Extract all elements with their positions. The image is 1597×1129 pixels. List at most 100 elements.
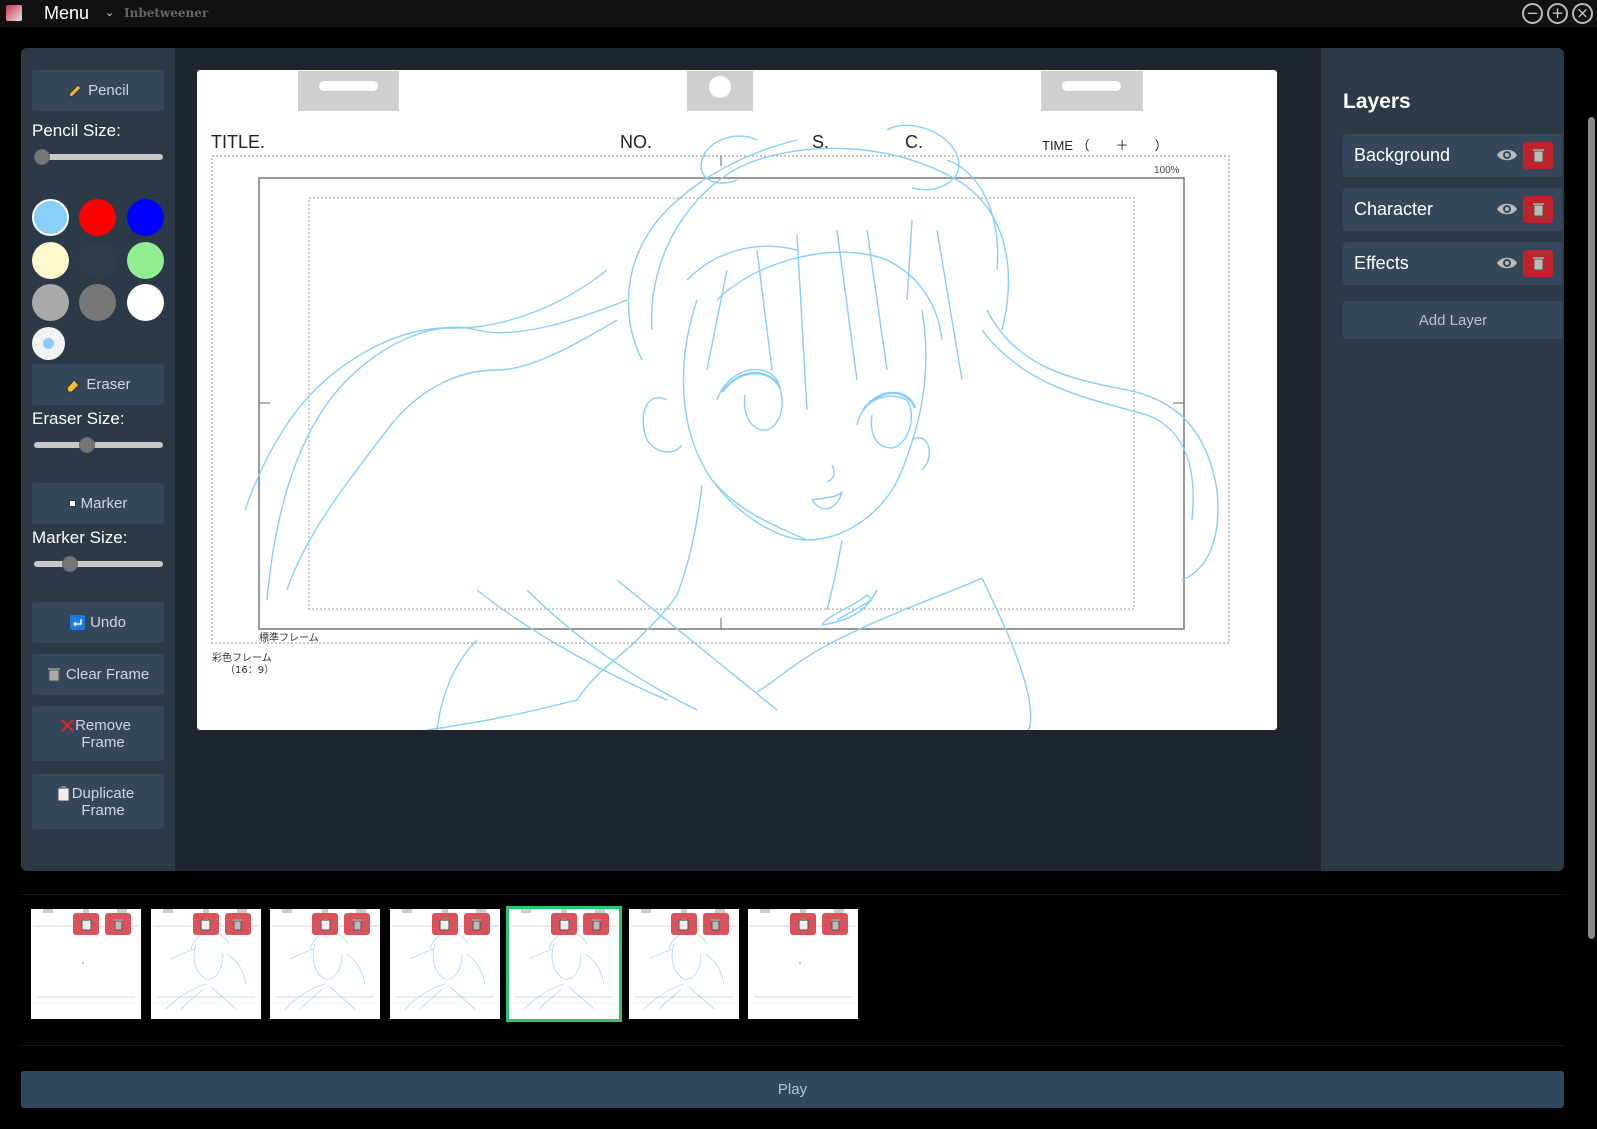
color-swatch-cream[interactable] [32,242,69,279]
pencil-size-slider[interactable] [34,149,163,165]
play-button[interactable]: Play [21,1071,1564,1108]
frame-thumbnail[interactable] [31,909,141,1019]
current-color-dot [43,338,54,349]
delete-layer-button[interactable] [1523,196,1553,223]
marker-icon [68,500,76,507]
duplicate-frame-thumb-button[interactable] [790,913,816,935]
character-sketch [244,124,1219,730]
add-layer-button[interactable]: Add Layer [1343,301,1563,339]
trash-icon [47,668,60,682]
color-swatch-light-green[interactable] [127,242,164,279]
marker-size-slider[interactable] [34,556,163,572]
marker-button[interactable]: Marker [32,483,164,524]
color-frame-border [211,155,1230,644]
maximize-button[interactable]: + [1547,3,1568,24]
eye-icon[interactable] [1495,198,1519,220]
current-color-indicator[interactable] [32,327,65,360]
trash-icon [711,918,720,930]
delete-frame-thumb-button[interactable] [105,913,131,935]
slider-thumb[interactable] [34,149,50,165]
frame-thumbnail[interactable] [506,906,622,1022]
chevron-down-icon[interactable]: ⌄ [105,6,114,19]
clipboard-icon [798,918,808,930]
delete-layer-button[interactable] [1523,250,1553,277]
eraser-button[interactable]: Eraser [32,364,164,405]
clipboard-icon [81,918,91,930]
remove-frame-button[interactable]: Remove Frame [32,706,164,761]
clear-frame-button[interactable]: Clear Frame [32,654,164,695]
animation-sheet: TITLE. NO. S. C. TIME （ ＋ ） 100% 標準フレーム … [211,71,1230,730]
clipboard-icon [678,918,689,930]
color-swatch-dark-gray[interactable] [79,284,116,321]
pencil-button[interactable]: Pencil [32,70,164,111]
duplicate-frame-thumb-button[interactable] [312,913,338,935]
close-button[interactable]: × [1572,3,1593,24]
layer-row-character[interactable]: Character [1343,188,1563,231]
eye-icon[interactable] [1495,252,1519,274]
sheet-zoom-label: 100% [1154,165,1180,176]
layer-row-effects[interactable]: Effects [1343,242,1563,285]
trash-icon [113,918,123,930]
duplicate-frame-thumb-button[interactable] [192,913,219,935]
color-swatch-light-blue[interactable] [32,199,69,236]
color-frame-ratio: （16：9） [225,664,274,676]
color-swatch-dark-slate[interactable] [79,242,116,279]
duplicate-frame-thumb-button[interactable] [551,913,577,935]
trash-icon [472,918,481,930]
layer-name: Background [1354,145,1451,165]
delete-frame-thumb-button[interactable] [224,913,251,935]
standard-frame-label: 標準フレーム [259,631,319,644]
app-icon [6,5,22,21]
duplicate-frame-button[interactable]: Duplicate Frame [32,774,164,829]
safe-frame-border [308,197,1135,610]
color-swatch-red[interactable] [79,199,116,236]
color-swatch-white[interactable] [127,284,164,321]
frame-thumbnail[interactable] [150,909,261,1019]
undo-button[interactable]: Undo [32,602,164,643]
eye-icon[interactable] [1495,144,1519,166]
trash-icon [1532,149,1544,163]
title-bar: Menu ⌄ Inbetweener − + × [0,0,1597,27]
delete-frame-thumb-button[interactable] [583,913,609,935]
menu-button[interactable]: Menu [44,3,89,24]
clipboard-icon [200,918,211,930]
eraser-label: Eraser [86,376,131,393]
slider-thumb[interactable] [62,556,79,572]
frame-thumbnail[interactable] [628,909,739,1019]
eraser-size-slider[interactable] [34,437,163,453]
delete-frame-thumb-button[interactable] [822,913,848,935]
pencil-icon [68,83,82,98]
minimize-button[interactable]: − [1522,3,1543,24]
duplicate-frame-thumb-button[interactable] [670,913,697,935]
layers-title: Layers [1343,90,1411,113]
delete-frame-thumb-button[interactable] [344,913,370,935]
pencil-size-label: Pencil Size: [32,121,121,140]
slider-thumb[interactable] [79,437,96,453]
clipboard-icon [559,918,569,930]
frame-thumbnail[interactable] [270,909,380,1019]
eraser-size-label: Eraser Size: [32,409,125,428]
delete-frame-thumb-button[interactable] [702,913,729,935]
eraser-icon [66,378,81,392]
workspace: Pencil Pencil Size: Eraser Eraser Size: … [21,48,1564,871]
marker-size-label: Marker Size: [32,528,128,547]
layer-row-background[interactable]: Background [1343,134,1563,177]
color-swatch-gray[interactable] [32,284,69,321]
frame-thumbnail[interactable] [389,909,500,1019]
color-swatch-blue[interactable] [127,199,164,236]
trash-icon [1532,257,1544,271]
trash-icon [352,918,362,930]
duplicate-frame-thumb-button[interactable] [73,913,99,935]
undo-icon [70,615,86,630]
drawing-canvas[interactable]: TITLE. NO. S. C. TIME （ ＋ ） 100% 標準フレーム … [197,70,1277,730]
delete-layer-button[interactable] [1523,142,1553,169]
trash-icon [1532,203,1544,217]
clear-frame-label: Clear Frame [65,666,150,683]
frame-thumbnail[interactable] [748,909,858,1019]
sheet-title-label: TITLE. [211,132,265,152]
delete-frame-thumb-button[interactable] [463,913,490,935]
clipboard-icon [57,786,70,801]
cross-icon [61,719,74,732]
duplicate-frame-thumb-button[interactable] [431,913,458,935]
scrollbar[interactable] [1588,117,1595,939]
